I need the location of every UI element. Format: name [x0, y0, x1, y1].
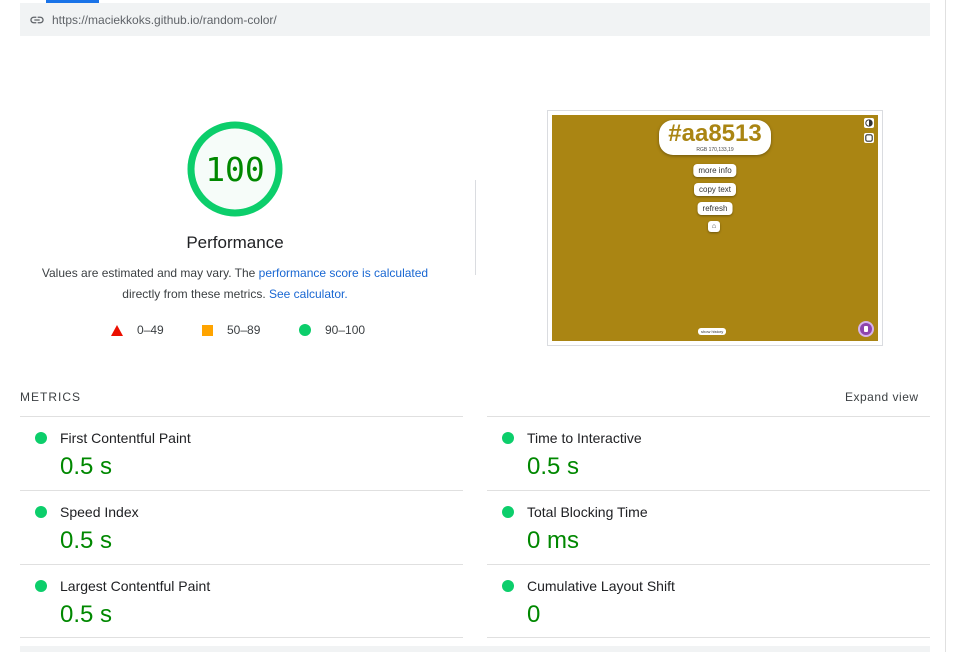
panel-divider — [945, 0, 946, 652]
metric-speed-index: Speed Index 0.5 s — [20, 490, 463, 564]
metric-label: Total Blocking Time — [527, 504, 648, 520]
metric-total-blocking-time: Total Blocking Time 0 ms — [487, 490, 930, 564]
metric-value: 0.5 s — [60, 527, 113, 554]
legend-fail: 0–49 — [111, 322, 164, 338]
refresh-button: refresh — [697, 202, 733, 215]
metric-value: 0.5 s — [60, 601, 113, 628]
hex-card: #aa8513 RGB 170,133,19 — [659, 120, 771, 155]
fullscreen-icon — [864, 133, 874, 143]
final-screenshot[interactable]: #aa8513 RGB 170,133,19 more info copy te… — [552, 115, 878, 341]
expand-view-button[interactable]: Expand view — [845, 390, 919, 404]
hex-value: #aa8513 — [668, 120, 762, 147]
metric-time-to-interactive: Time to Interactive 0.5 s — [487, 416, 930, 490]
pass-circle-icon — [35, 506, 47, 518]
legend-label: 90–100 — [325, 323, 366, 337]
metric-value: 0 — [527, 601, 541, 628]
triangle-icon — [111, 324, 123, 336]
contrast-icon — [864, 118, 874, 128]
square-icon — [202, 324, 213, 336]
desc-middle: directly from these metrics. — [122, 287, 269, 301]
category-title: Performance — [186, 233, 284, 252]
home-icon: ⌂ — [708, 221, 720, 232]
metric-largest-contentful-paint: Largest Contentful Paint 0.5 s — [20, 564, 463, 638]
pass-circle-icon — [35, 580, 47, 592]
metric-label: Largest Contentful Paint — [60, 578, 211, 594]
pass-circle-icon — [502, 580, 514, 592]
metric-value: 0 ms — [527, 527, 580, 554]
metric-label: First Contentful Paint — [60, 430, 191, 446]
desc-prefix: Values are estimated and may vary. The — [41, 266, 259, 280]
legend-pass: 90–100 — [299, 322, 365, 338]
legend-label: 0–49 — [137, 323, 164, 337]
link-icon — [29, 12, 45, 28]
accessibility-icon — [858, 321, 874, 337]
metric-label: Time to Interactive — [527, 430, 642, 446]
metrics-bottom-rule — [487, 637, 930, 638]
pass-circle-icon — [502, 432, 514, 444]
metric-value: 0.5 s — [60, 453, 113, 480]
metric-value: 0.5 s — [527, 453, 580, 480]
see-calculator-link[interactable]: See calculator. — [269, 287, 348, 301]
legend-label: 50–89 — [227, 323, 261, 337]
rgb-value: RGB 170,133,19 — [696, 147, 734, 153]
metric-first-contentful-paint: First Contentful Paint 0.5 s — [20, 416, 463, 490]
url-bar: https://maciekkoks.github.io/random-colo… — [20, 3, 930, 36]
score-value: 100 — [205, 149, 265, 189]
circle-icon — [299, 324, 311, 336]
metric-label: Cumulative Layout Shift — [527, 578, 675, 594]
next-section-band — [20, 646, 930, 652]
section-divider — [475, 180, 476, 275]
metric-label: Speed Index — [60, 504, 139, 520]
pass-circle-icon — [502, 506, 514, 518]
url-text[interactable]: https://maciekkoks.github.io/random-colo… — [52, 13, 277, 27]
metrics-bottom-rule — [20, 637, 463, 638]
show-history-button: show history — [698, 328, 727, 335]
score-calculated-link[interactable]: performance score is calculated — [259, 266, 428, 280]
pass-circle-icon — [35, 432, 47, 444]
copy-text-button: copy text — [693, 183, 737, 196]
metrics-heading: METRICS — [20, 390, 81, 404]
score-description: Values are estimated and may vary. The p… — [30, 263, 440, 305]
metric-cumulative-layout-shift: Cumulative Layout Shift 0 — [487, 564, 930, 638]
legend-average: 50–89 — [202, 322, 260, 338]
more-info-button: more info — [693, 164, 737, 177]
